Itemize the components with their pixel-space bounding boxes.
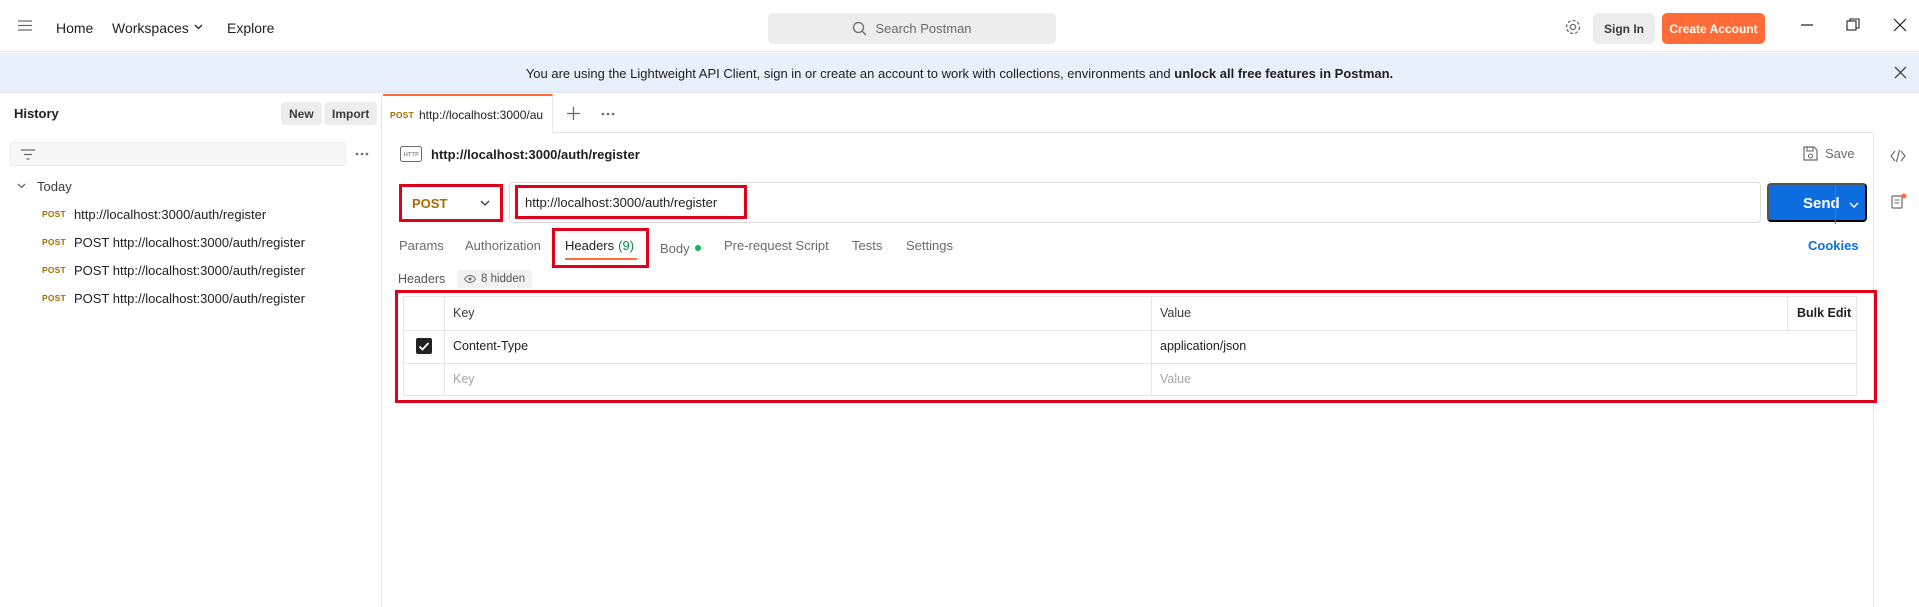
headers-table: Key Value Bulk Edit Content-Type applica… bbox=[403, 296, 1857, 396]
url-value: http://localhost:3000/auth/register bbox=[525, 194, 718, 210]
header-value-cell[interactable]: application/json bbox=[1160, 339, 1246, 353]
hidden-headers-toggle[interactable]: 8 hidden bbox=[457, 270, 533, 288]
close-window-icon[interactable] bbox=[1893, 18, 1907, 32]
http-icon: HTTP bbox=[400, 146, 422, 162]
gear-icon[interactable] bbox=[1564, 18, 1582, 36]
close-banner-icon[interactable] bbox=[1894, 66, 1907, 79]
method-badge: POST bbox=[42, 237, 66, 247]
documentation-icon[interactable] bbox=[1891, 193, 1907, 209]
send-divider bbox=[1835, 185, 1836, 224]
new-button[interactable]: New bbox=[281, 102, 322, 125]
restore-window-icon[interactable] bbox=[1846, 18, 1860, 32]
tab-body[interactable]: Body bbox=[660, 238, 701, 258]
sign-in-button[interactable]: Sign In bbox=[1593, 13, 1655, 44]
filter-icon bbox=[21, 149, 35, 160]
method-badge: POST bbox=[42, 209, 66, 219]
history-item[interactable]: POST http://localhost:3000/auth/register bbox=[42, 201, 266, 227]
url-input[interactable]: http://localhost:3000/auth/register bbox=[515, 185, 747, 219]
tab-body-label: Body bbox=[660, 240, 690, 256]
sidebar-title: History bbox=[14, 106, 59, 121]
bulk-edit-button[interactable]: Bulk Edit bbox=[1797, 306, 1851, 320]
history-item[interactable]: POST POST http://localhost:3000/auth/reg… bbox=[42, 285, 305, 311]
headers-section-label: Headers bbox=[398, 272, 446, 286]
column-header-value: Value bbox=[1160, 306, 1192, 320]
history-item[interactable]: POST POST http://localhost:3000/auth/reg… bbox=[42, 257, 305, 283]
svg-text:HTTP: HTTP bbox=[403, 152, 419, 159]
method-badge: POST bbox=[42, 293, 66, 303]
new-value-input[interactable]: Value bbox=[1160, 372, 1191, 386]
eye-icon bbox=[464, 275, 476, 283]
history-item-label: POST http://localhost:3000/auth/register bbox=[73, 262, 305, 278]
save-label: Save bbox=[1825, 146, 1855, 161]
code-icon[interactable] bbox=[1890, 150, 1906, 162]
save-button[interactable]: Save bbox=[1803, 146, 1855, 161]
chevron-down-icon[interactable] bbox=[194, 24, 203, 30]
right-rail bbox=[1873, 133, 1919, 607]
column-header-key: Key bbox=[453, 306, 475, 320]
cookies-link[interactable]: Cookies bbox=[1808, 238, 1859, 253]
tab-title: http://localhost:3000/au bbox=[418, 107, 544, 122]
headers-count: (9) bbox=[618, 238, 635, 253]
tab-options-icon[interactable] bbox=[601, 112, 615, 116]
row-checkbox[interactable] bbox=[416, 338, 432, 354]
tab-tests[interactable]: Tests bbox=[852, 238, 882, 258]
history-sidebar: History New Import Today POST http://loc… bbox=[0, 94, 382, 607]
active-tab-underline bbox=[565, 258, 637, 260]
create-account-button[interactable]: Create Account bbox=[1662, 13, 1765, 44]
tab-params[interactable]: Params bbox=[399, 238, 444, 258]
history-group-today[interactable]: Today bbox=[37, 179, 72, 194]
tab-pre-request-script[interactable]: Pre-request Script bbox=[724, 238, 829, 258]
history-item-label: POST http://localhost:3000/auth/register bbox=[73, 234, 305, 250]
nav-workspaces[interactable]: Workspaces bbox=[112, 20, 189, 36]
tab-authorization[interactable]: Authorization bbox=[465, 238, 541, 258]
hidden-headers-label: 8 hidden bbox=[481, 273, 526, 285]
more-options-icon[interactable] bbox=[355, 152, 369, 156]
menu-icon[interactable] bbox=[18, 20, 32, 31]
save-icon bbox=[1803, 146, 1818, 161]
send-button[interactable]: Send bbox=[1767, 183, 1867, 224]
banner-bold-text[interactable]: unlock all free features in Postman. bbox=[1174, 66, 1393, 81]
tab-settings[interactable]: Settings bbox=[906, 238, 953, 258]
method-badge: POST bbox=[42, 265, 66, 275]
top-bar: Home Workspaces Explore Search Postman S… bbox=[0, 4, 1919, 52]
header-key-cell[interactable]: Content-Type bbox=[453, 339, 528, 353]
info-banner: You are using the Lightweight API Client… bbox=[0, 53, 1919, 93]
search-icon bbox=[852, 21, 867, 36]
search-bar[interactable]: Search Postman bbox=[768, 13, 1056, 44]
new-key-input[interactable]: Key bbox=[453, 372, 475, 386]
banner-message: You are using the Lightweight API Client… bbox=[0, 53, 1919, 93]
search-placeholder: Search Postman bbox=[875, 21, 972, 36]
add-tab-icon[interactable] bbox=[567, 107, 580, 120]
request-title[interactable]: http://localhost:3000/auth/register bbox=[431, 147, 640, 162]
nav-explore[interactable]: Explore bbox=[227, 20, 274, 36]
chevron-down-icon[interactable] bbox=[1849, 202, 1859, 208]
chevron-down-icon[interactable] bbox=[17, 183, 26, 189]
request-tab[interactable]: POST http://localhost:3000/au bbox=[383, 94, 553, 133]
history-filter-input[interactable] bbox=[10, 142, 346, 166]
banner-text: You are using the Lightweight API Client… bbox=[525, 65, 1175, 81]
tab-headers-label: Headers bbox=[565, 238, 615, 253]
request-tab-strip: POST http://localhost:3000/au bbox=[383, 94, 1873, 133]
method-value: POST bbox=[412, 195, 448, 211]
history-item[interactable]: POST POST http://localhost:3000/auth/reg… bbox=[42, 229, 305, 255]
minimize-window-icon[interactable] bbox=[1800, 18, 1814, 32]
method-badge: POST bbox=[390, 109, 414, 120]
tab-headers[interactable]: Headers (9) bbox=[565, 238, 634, 253]
body-indicator-dot bbox=[694, 245, 701, 251]
nav-home[interactable]: Home bbox=[56, 20, 93, 36]
history-item-label: POST http://localhost:3000/auth/register bbox=[73, 290, 305, 306]
chevron-down-icon bbox=[480, 200, 490, 206]
history-item-label: http://localhost:3000/auth/register bbox=[73, 206, 267, 222]
import-button[interactable]: Import bbox=[324, 102, 378, 125]
method-select[interactable]: POST bbox=[399, 184, 503, 222]
